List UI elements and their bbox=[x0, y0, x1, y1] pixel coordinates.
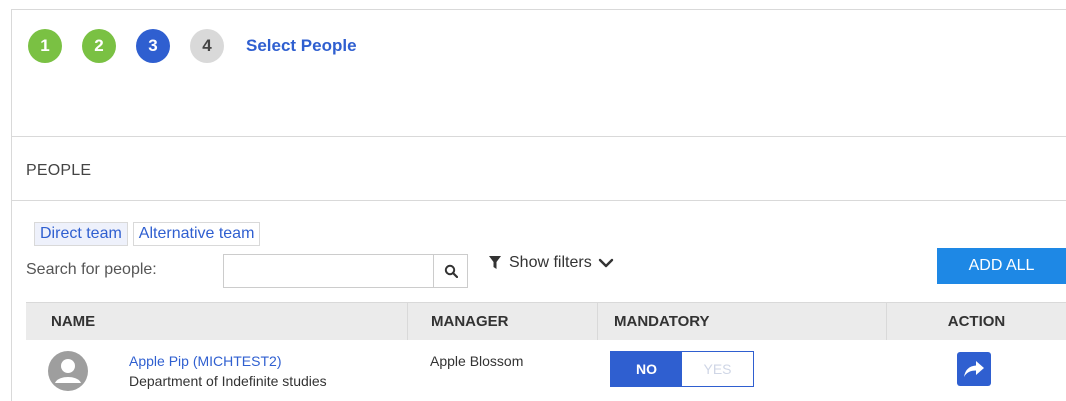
team-tabs: Direct team Alternative team bbox=[34, 222, 265, 246]
add-all-button[interactable]: ADD ALL bbox=[937, 248, 1066, 284]
step-title: Select People bbox=[246, 36, 357, 55]
step-4[interactable]: 4 bbox=[190, 29, 224, 63]
show-filters-toggle[interactable]: Show filters bbox=[489, 254, 622, 272]
table-header: NAME MANAGER MANDATORY ACTION bbox=[26, 302, 1066, 340]
person-department: Department of Indefinite studies bbox=[129, 373, 327, 389]
mandatory-yes-option[interactable]: YES bbox=[682, 352, 753, 386]
divider bbox=[12, 200, 1066, 201]
column-header-name[interactable]: NAME bbox=[26, 303, 407, 340]
table-row: Apple Pip (MICHTEST2) Department of Inde… bbox=[26, 340, 1066, 401]
section-title: PEOPLE bbox=[26, 162, 92, 179]
search-input[interactable] bbox=[223, 254, 434, 288]
tab-direct-team[interactable]: Direct team bbox=[34, 222, 128, 246]
chevron-down-icon bbox=[598, 258, 613, 268]
step-3[interactable]: 3 bbox=[136, 29, 170, 63]
share-arrow-icon bbox=[964, 361, 984, 377]
mandatory-no-option[interactable]: NO bbox=[611, 352, 682, 386]
mandatory-toggle: NO YES bbox=[610, 351, 754, 387]
column-header-manager[interactable]: MANAGER bbox=[407, 303, 597, 340]
search-button[interactable] bbox=[433, 254, 468, 288]
step-1[interactable]: 1 bbox=[28, 29, 62, 63]
search-label: Search for people: bbox=[26, 261, 157, 278]
show-filters-label: Show filters bbox=[509, 254, 592, 271]
divider bbox=[12, 136, 1066, 137]
column-header-mandatory[interactable]: MANDATORY bbox=[597, 303, 886, 340]
tab-alternative-team[interactable]: Alternative team bbox=[132, 222, 261, 246]
column-header-action: ACTION bbox=[886, 303, 1066, 340]
action-button[interactable] bbox=[957, 352, 991, 386]
avatar-icon bbox=[48, 351, 88, 391]
wizard-stepper: 1 2 3 4 Select People bbox=[28, 29, 357, 63]
step-2[interactable]: 2 bbox=[82, 29, 116, 63]
search-icon bbox=[444, 264, 458, 278]
manager-name: Apple Blossom bbox=[430, 353, 524, 369]
person-name-link[interactable]: Apple Pip (MICHTEST2) bbox=[129, 353, 281, 369]
filter-icon bbox=[489, 256, 501, 269]
